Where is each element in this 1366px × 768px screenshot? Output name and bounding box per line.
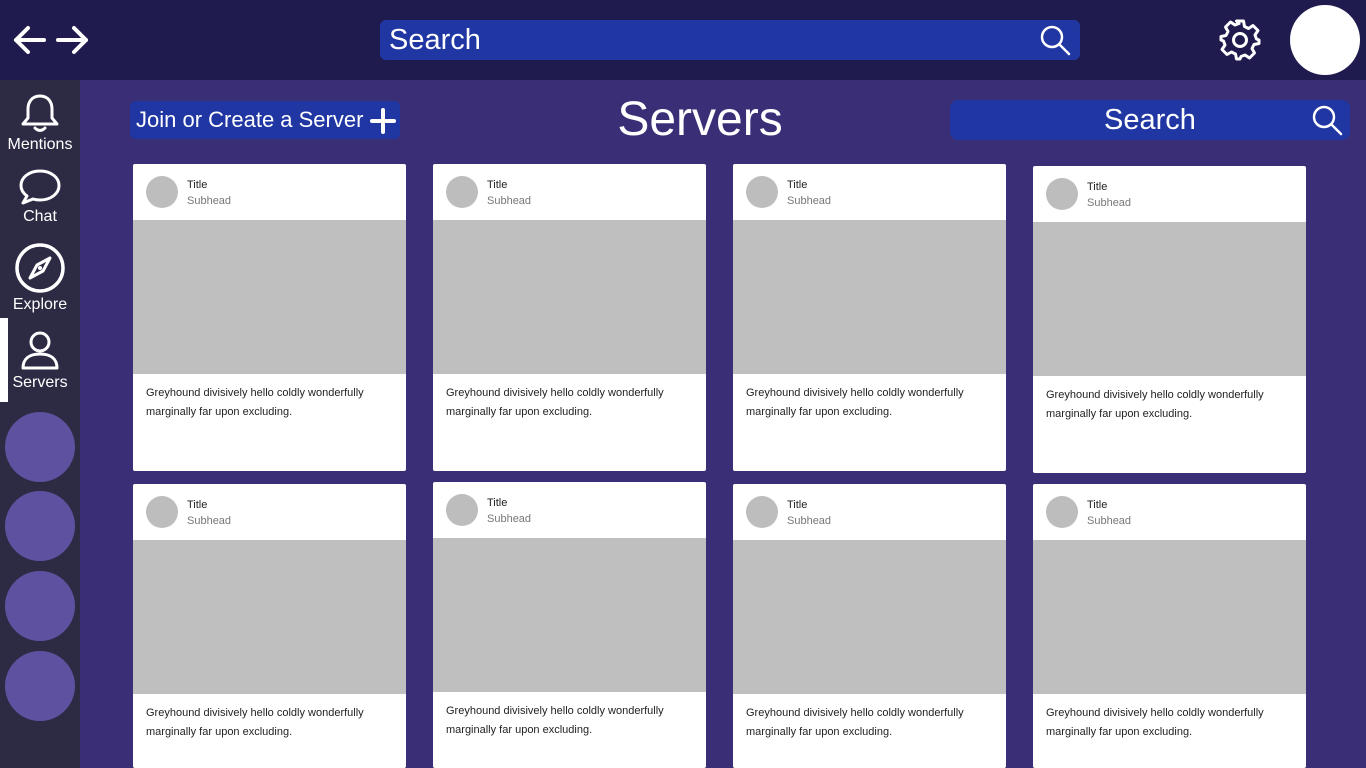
card-header: Title Subhead xyxy=(133,484,406,540)
nav-arrows xyxy=(12,24,90,56)
card-image xyxy=(1033,540,1306,694)
card-image xyxy=(733,220,1006,374)
server-card[interactable]: Title Subhead Greyhound divisively hello… xyxy=(1033,484,1306,768)
card-header: Title Subhead xyxy=(1033,166,1306,222)
card-avatar xyxy=(446,494,478,526)
card-title: Title xyxy=(1087,181,1108,193)
card-avatar xyxy=(146,176,178,208)
person-icon xyxy=(21,331,59,370)
card-subhead: Subhead xyxy=(787,515,832,527)
card-header: Title Subhead xyxy=(433,482,706,538)
sidebar-item-label: Explore xyxy=(12,296,68,313)
global-search-bar xyxy=(380,20,1080,60)
sidebar-item-label: Mentions xyxy=(7,136,73,153)
bell-icon xyxy=(21,94,59,132)
card-header: Title Subhead xyxy=(133,164,406,220)
card-image xyxy=(1033,222,1306,376)
card-title: Title xyxy=(487,497,508,509)
card-subhead: Subhead xyxy=(1087,197,1132,209)
card-image xyxy=(733,540,1006,694)
server-search-bar xyxy=(950,100,1350,140)
forward-arrow-icon[interactable] xyxy=(54,24,90,56)
compass-icon xyxy=(15,243,65,293)
join-or-create-server-button[interactable]: Join or Create a Server xyxy=(130,101,400,139)
card-description: Greyhound divisively hello coldly wonder… xyxy=(746,387,964,418)
card-avatar xyxy=(746,496,778,528)
card-avatar xyxy=(146,496,178,528)
card-header: Title Subhead xyxy=(1033,484,1306,540)
sidebar-item-explore[interactable]: Explore xyxy=(0,242,80,314)
card-title: Title xyxy=(1087,499,1108,511)
card-description: Greyhound divisively hello coldly wonder… xyxy=(146,707,364,738)
card-description: Greyhound divisively hello coldly wonder… xyxy=(446,387,664,418)
card-description: Greyhound divisively hello coldly wonder… xyxy=(146,387,364,418)
sidebar-item-chat[interactable]: Chat xyxy=(0,168,80,226)
card-title: Title xyxy=(487,179,508,191)
card-description: Greyhound divisively hello coldly wonder… xyxy=(746,707,964,738)
search-icon[interactable] xyxy=(1310,103,1344,137)
card-description: Greyhound divisively hello coldly wonder… xyxy=(446,705,664,736)
card-avatar xyxy=(446,176,478,208)
page-title: Servers xyxy=(617,93,783,146)
card-subhead: Subhead xyxy=(187,195,232,207)
card-title: Title xyxy=(187,499,208,511)
server-search-input[interactable] xyxy=(950,100,1350,140)
server-card[interactable]: Title Subhead Greyhound divisively hello… xyxy=(133,484,406,768)
server-card[interactable]: Title Subhead Greyhound divisively hello… xyxy=(1033,166,1306,473)
sidebar-item-label: Servers xyxy=(12,374,68,391)
server-icon[interactable] xyxy=(5,491,75,561)
card-image xyxy=(133,220,406,374)
card-subhead: Subhead xyxy=(187,515,232,527)
server-card[interactable]: Title Subhead Greyhound divisively hello… xyxy=(733,484,1006,768)
card-avatar xyxy=(746,176,778,208)
card-subhead: Subhead xyxy=(487,195,532,207)
sidebar: Mentions Chat Explore Servers xyxy=(0,80,80,768)
server-card[interactable]: Title Subhead Greyhound divisively hello… xyxy=(433,164,706,471)
join-button-label: Join or Create a Server xyxy=(136,107,364,132)
card-description: Greyhound divisively hello coldly wonder… xyxy=(1046,707,1264,738)
sidebar-item-label: Chat xyxy=(23,208,57,225)
plus-icon xyxy=(370,108,396,134)
card-description: Greyhound divisively hello coldly wonder… xyxy=(1046,389,1264,420)
card-subhead: Subhead xyxy=(487,513,532,525)
card-title: Title xyxy=(787,499,808,511)
server-card[interactable]: Title Subhead Greyhound divisively hello… xyxy=(433,482,706,768)
sidebar-item-servers[interactable]: Servers xyxy=(0,318,80,402)
gear-icon[interactable] xyxy=(1218,18,1262,62)
card-subhead: Subhead xyxy=(787,195,832,207)
user-avatar[interactable] xyxy=(1290,5,1360,75)
server-icon[interactable] xyxy=(5,412,75,482)
card-subhead: Subhead xyxy=(1087,515,1132,527)
server-card[interactable]: Title Subhead Greyhound divisively hello… xyxy=(733,164,1006,471)
top-bar xyxy=(0,0,1366,80)
card-avatar xyxy=(1046,496,1078,528)
card-title: Title xyxy=(187,179,208,191)
card-title: Title xyxy=(787,179,808,191)
back-arrow-icon[interactable] xyxy=(12,24,48,56)
global-search-input[interactable] xyxy=(389,23,1009,57)
search-icon[interactable] xyxy=(1038,23,1072,57)
card-header: Title Subhead xyxy=(733,164,1006,220)
sidebar-item-mentions[interactable]: Mentions xyxy=(0,92,80,154)
server-icon[interactable] xyxy=(5,651,75,721)
card-avatar xyxy=(1046,178,1078,210)
card-header: Title Subhead xyxy=(433,164,706,220)
card-image xyxy=(433,220,706,374)
server-icon[interactable] xyxy=(5,571,75,641)
card-header: Title Subhead xyxy=(733,484,1006,540)
card-image xyxy=(433,538,706,692)
server-card[interactable]: Title Subhead Greyhound divisively hello… xyxy=(133,164,406,471)
chat-bubble-icon xyxy=(19,169,61,205)
card-image xyxy=(133,540,406,694)
